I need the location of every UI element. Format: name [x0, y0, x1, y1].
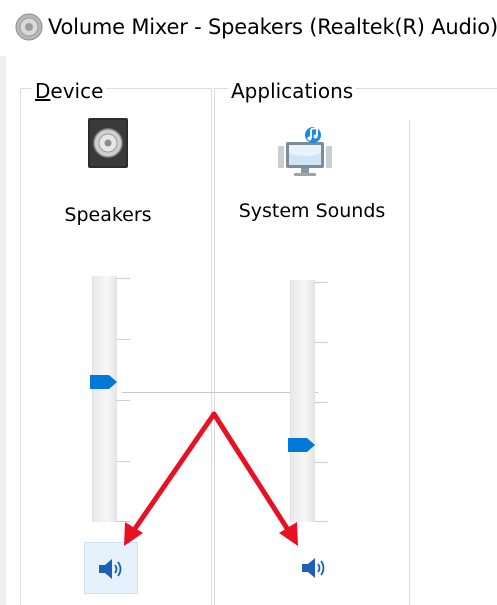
device-volume-track [92, 276, 117, 522]
device-name: Speakers [64, 204, 152, 226]
slider-tick [314, 462, 328, 463]
master-level-line [122, 392, 318, 393]
speaker-volume-icon [302, 558, 325, 578]
slider-tick [116, 339, 130, 340]
slider-tick [314, 342, 328, 343]
applications-group [214, 88, 497, 605]
slider-tick [116, 521, 130, 522]
application-name: System Sounds [238, 200, 386, 222]
system-sounds-volume-thumb[interactable] [288, 437, 316, 452]
slider-tick [314, 282, 328, 283]
applications-group-label: Applications [228, 79, 357, 103]
slider-tick [116, 400, 130, 401]
device-mute-button[interactable] [84, 542, 138, 594]
title-bar: Volume Mixer - Speakers (Realtek(R) Audi… [0, 0, 497, 56]
slider-tick [314, 402, 328, 403]
device-volume-thumb[interactable] [90, 374, 118, 389]
system-sounds-volume-slider[interactable] [288, 280, 334, 522]
device-volume-slider[interactable] [90, 276, 136, 522]
mixer-content: Device Applications Speakers System Soun… [6, 56, 497, 605]
system-sounds-mute-button[interactable] [288, 542, 342, 594]
slider-tick [116, 461, 130, 462]
volume-mixer-window: Volume Mixer - Speakers (Realtek(R) Audi… [0, 0, 497, 605]
application-column-divider [409, 120, 410, 605]
slider-tick [116, 278, 130, 279]
device-group-label: Device [32, 79, 107, 103]
slider-tick [314, 521, 328, 522]
window-title: Volume Mixer - Speakers (Realtek(R) Audi… [48, 15, 497, 39]
system-sounds-volume-track [290, 280, 315, 522]
speaker-volume-icon [99, 559, 122, 579]
speaker-device-icon [85, 116, 131, 170]
system-sounds-icon [278, 126, 334, 178]
speaker-icon [14, 12, 44, 42]
